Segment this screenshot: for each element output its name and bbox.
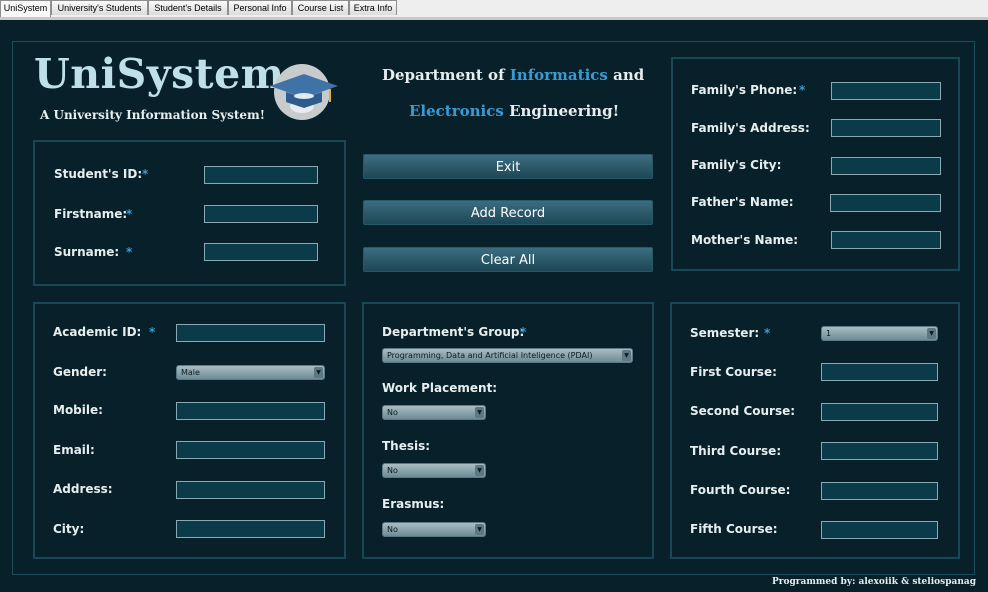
first-course-field[interactable] <box>821 363 938 381</box>
family-address-label: Family's Address: <box>691 121 810 135</box>
mother-name-label: Mother's Name: <box>691 233 799 247</box>
department-panel <box>362 302 654 559</box>
app-title: UniSystem <box>34 50 285 98</box>
department-group-select[interactable]: Programming, Data and Artificial Intelig… <box>382 348 633 363</box>
work-placement-label: Work Placement: <box>382 381 498 395</box>
semester-label: Semester: <box>690 326 760 340</box>
department-line-2: Electronics Engineering! <box>409 102 619 120</box>
mobile-label: Mobile: <box>53 403 103 417</box>
department-line-1: Department of Informatics and <box>382 66 644 84</box>
surname-label: Surname: <box>54 245 120 259</box>
firstname-label: Firstname: <box>54 207 128 221</box>
surname-field[interactable] <box>204 243 318 261</box>
required-mark: * <box>764 326 771 340</box>
chevron-down-icon: ▼ <box>475 407 484 418</box>
app-subtitle: A University Information System! <box>40 108 266 122</box>
thesis-label: Thesis: <box>382 439 431 453</box>
tab-universitys-students[interactable]: University's Students <box>51 0 148 15</box>
family-city-field[interactable] <box>831 157 941 175</box>
required-mark: * <box>126 207 133 221</box>
chevron-down-icon: ▼ <box>475 465 484 476</box>
mobile-field[interactable] <box>176 402 325 420</box>
gender-select[interactable]: Male ▼ <box>176 365 325 380</box>
city-field[interactable] <box>176 520 325 538</box>
academic-id-label: Academic ID: <box>53 325 142 339</box>
tab-students-details[interactable]: Student's Details <box>148 0 228 15</box>
required-mark: * <box>149 325 156 339</box>
family-phone-label: Family's Phone: <box>691 83 798 97</box>
work-placement-select[interactable]: No ▼ <box>382 405 486 420</box>
gender-label: Gender: <box>53 365 107 379</box>
email-field[interactable] <box>176 441 325 459</box>
thesis-select[interactable]: No ▼ <box>382 463 486 478</box>
semester-value: 1 <box>826 329 832 338</box>
second-course-label: Second Course: <box>690 404 796 418</box>
second-course-field[interactable] <box>821 403 938 421</box>
student-id-label: Student's ID: <box>54 167 143 181</box>
family-city-label: Family's City: <box>691 158 782 172</box>
family-phone-field[interactable] <box>831 82 941 100</box>
city-label: City: <box>53 522 85 536</box>
work-placement-value: No <box>387 408 398 417</box>
chevron-down-icon: ▼ <box>622 350 631 361</box>
dept-text: and <box>613 66 645 84</box>
required-mark: * <box>142 167 149 181</box>
tab-extra-info[interactable]: Extra Info <box>349 0 397 15</box>
gender-value: Male <box>181 368 200 377</box>
fifth-course-field[interactable] <box>821 521 938 539</box>
tab-bar: UniSystem University's Students Student'… <box>0 0 988 18</box>
dept-highlight: Electronics <box>409 102 504 120</box>
family-address-field[interactable] <box>831 119 941 137</box>
department-group-value: Programming, Data and Artificial Intelig… <box>387 351 593 360</box>
fifth-course-label: Fifth Course: <box>690 522 778 536</box>
academic-id-field[interactable] <box>176 324 325 342</box>
father-name-label: Father's Name: <box>691 195 794 209</box>
chevron-down-icon: ▼ <box>927 328 936 339</box>
third-course-label: Third Course: <box>690 444 782 458</box>
dept-text: Engineering! <box>509 102 620 120</box>
chevron-down-icon: ▼ <box>314 367 323 378</box>
required-mark: * <box>520 325 527 339</box>
department-group-label: Department's Group: <box>382 325 525 339</box>
erasmus-select[interactable]: No ▼ <box>382 522 486 537</box>
first-course-label: First Course: <box>690 365 777 379</box>
student-id-field[interactable] <box>204 166 318 184</box>
footer-credits: Programmed by: alexoiik & steliospanag <box>771 577 976 587</box>
required-mark: * <box>799 83 806 97</box>
fourth-course-field[interactable] <box>821 482 938 500</box>
firstname-field[interactable] <box>204 205 318 223</box>
erasmus-label: Erasmus: <box>382 497 445 511</box>
divider <box>0 17 988 20</box>
semester-select[interactable]: 1 ▼ <box>821 326 938 341</box>
clear-all-button[interactable]: Clear All <box>363 247 653 272</box>
graduation-cap-icon <box>270 64 338 120</box>
fourth-course-label: Fourth Course: <box>690 483 791 497</box>
thesis-value: No <box>387 466 398 475</box>
dept-text: Department of <box>382 66 505 84</box>
tab-unisystem[interactable]: UniSystem <box>0 0 51 17</box>
address-field[interactable] <box>176 481 325 499</box>
address-label: Address: <box>53 482 113 496</box>
tab-course-list[interactable]: Course List <box>292 0 349 15</box>
erasmus-value: No <box>387 525 398 534</box>
required-mark: * <box>126 245 133 259</box>
email-label: Email: <box>53 443 95 457</box>
father-name-field[interactable] <box>830 194 941 212</box>
mother-name-field[interactable] <box>831 231 941 249</box>
tab-personal-info[interactable]: Personal Info <box>228 0 292 15</box>
chevron-down-icon: ▼ <box>475 524 484 535</box>
exit-button[interactable]: Exit <box>363 154 653 179</box>
dept-highlight: Informatics <box>509 66 608 84</box>
third-course-field[interactable] <box>821 442 938 460</box>
add-record-button[interactable]: Add Record <box>363 200 653 225</box>
